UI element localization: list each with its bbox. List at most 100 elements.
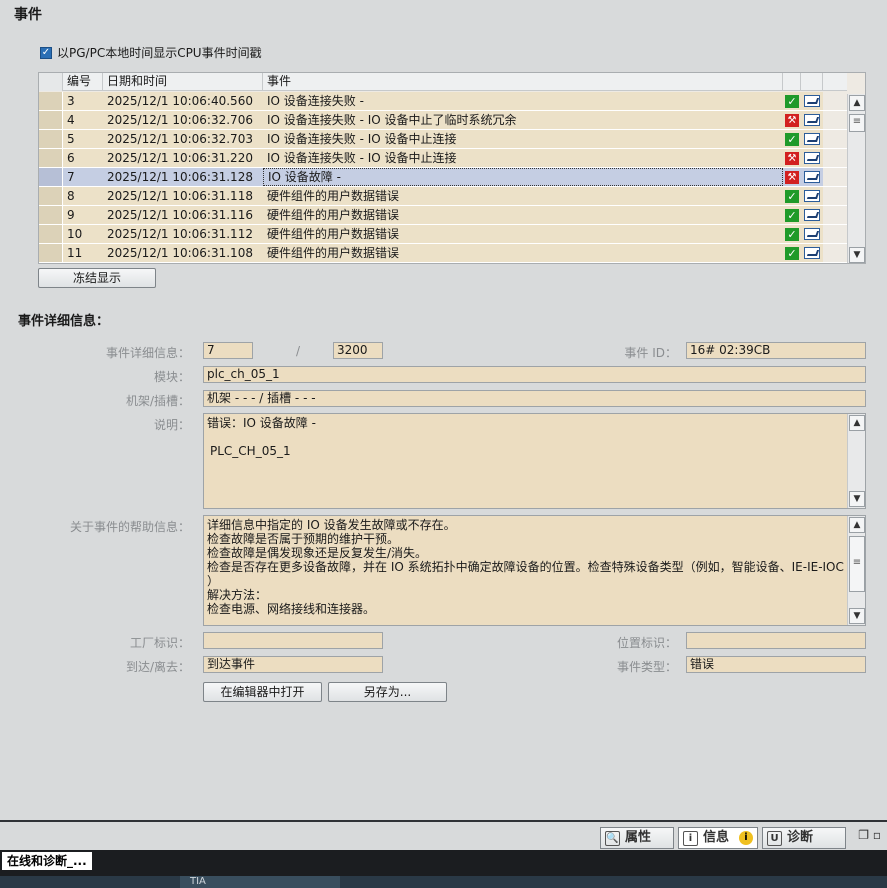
status-ok-icon: ✓ [785,246,799,260]
help-textarea[interactable]: 详细信息中指定的 IO 设备发生故障或不存在。 检查故障是否属于预期的维护干预。检… [203,515,866,626]
cell-event: 硬件组件的用户数据错误 [267,208,400,222]
event-id-field[interactable]: 16# 02:39CB [686,342,866,359]
row-selector[interactable] [39,225,63,243]
description-scrollbar[interactable]: ▲ ▼ [847,414,865,508]
go-to-icon[interactable] [804,133,820,145]
event-table: 编号 日期和时间 事件 3 2025/12/1 10:06:40.560 IO 设备… [38,72,866,264]
table-row[interactable]: 4 2025/12/1 10:06:32.706 IO 设备连接失败 - IO 设备… [39,111,847,130]
col-header-no[interactable]: 编号 [63,73,103,91]
cell-action[interactable] [801,225,823,243]
checkbox-checked-icon[interactable]: ✓ [40,46,52,59]
coming-going-field[interactable]: 到达事件 [203,656,383,673]
go-to-icon[interactable] [804,114,820,126]
footer-tab-online-diagnostics[interactable]: 在线和诊断_... [2,852,92,870]
scroll-down-icon[interactable]: ▼ [849,247,865,263]
cell-no: 3 [67,94,75,108]
row-selector[interactable] [39,244,63,262]
cell-time: 2025/12/1 10:06:32.703 [107,132,253,146]
tab-properties[interactable]: 🔍 属性 [600,827,674,849]
tab-info[interactable]: i 信息 i [678,827,758,849]
event-type-label: 事件类型： [616,660,677,674]
row-selector[interactable] [39,187,63,205]
cell-extra [823,225,847,243]
status-error-icon: ⚒ [785,151,799,165]
module-label: 模块： [153,370,190,384]
info-badge-icon: i [739,831,753,845]
detail-total-field[interactable]: 3200 [333,342,383,359]
table-body: 3 2025/12/1 10:06:40.560 IO 设备连接失败 - ✓ 4 2025… [39,92,847,263]
cell-extra [823,130,847,148]
event-type-field[interactable]: 错误 [686,656,866,673]
cell-event: IO 设备连接失败 - IO 设备中止了临时系统冗余 [267,113,517,127]
rack-slot-field[interactable]: 机架 - - - / 插槽 - - - [203,390,866,407]
row-selector[interactable] [39,168,63,186]
scroll-up-icon[interactable]: ▲ [849,517,865,533]
row-selector[interactable] [39,111,63,129]
scroll-thumb[interactable]: ≡ [849,536,865,592]
cell-action[interactable] [801,187,823,205]
col-header-status[interactable] [783,73,801,91]
cell-action[interactable] [801,168,823,186]
help-scrollbar[interactable]: ▲ ≡ ▼ [847,516,865,625]
cell-action[interactable] [801,92,823,110]
table-row[interactable]: 8 2025/12/1 10:06:31.118 硬件组件的用户数据错误 ✓ [39,187,847,206]
status-error-icon: ⚒ [785,170,799,184]
go-to-icon[interactable] [804,95,820,107]
help-line: 检查是否存在更多设备故障，并在 IO 系统拓扑中确定故障设备的位置。检查特殊设备… [207,560,844,574]
location-id-field[interactable] [686,632,866,649]
scroll-down-icon[interactable]: ▼ [849,608,865,624]
scroll-down-icon[interactable]: ▼ [849,491,865,507]
row-selector[interactable] [39,206,63,224]
description-line: 错误：IO 设备故障 - [207,416,316,430]
table-row[interactable]: 3 2025/12/1 10:06:40.560 IO 设备连接失败 - ✓ [39,92,847,111]
detail-label: 事件详细信息： [105,346,190,360]
coming-going-label: 到达/离去： [125,660,190,674]
scroll-up-icon[interactable]: ▲ [849,95,865,111]
go-to-icon[interactable] [804,228,820,240]
row-selector[interactable] [39,130,63,148]
detail-number-field[interactable]: 7 [203,342,253,359]
cell-action[interactable] [801,149,823,167]
local-time-option[interactable]: ✓ 以PG/PC本地时间显示CPU事件时间戳 [40,44,262,61]
cell-event: IO 设备连接失败 - [267,94,364,108]
description-textarea[interactable]: 错误：IO 设备故障 - PLC_CH_05_1 ▲ ▼ [203,413,866,509]
cell-extra [823,92,847,110]
table-row[interactable]: 7 2025/12/1 10:06:31.128 IO 设备故障 - ⚒ [39,168,847,187]
cell-extra [823,168,847,186]
scroll-up-icon[interactable]: ▲ [849,415,865,431]
col-header-action[interactable] [801,73,823,91]
module-field[interactable]: plc_ch_05_1 [203,366,866,383]
tab-diagnostics[interactable]: U 诊断 [762,827,846,849]
go-to-icon[interactable] [804,190,820,202]
cell-time: 2025/12/1 10:06:31.112 [107,227,253,241]
cell-action[interactable] [801,130,823,148]
cell-action[interactable] [801,111,823,129]
plant-id-field[interactable] [203,632,383,649]
go-to-icon[interactable] [804,152,820,164]
row-selector[interactable] [39,92,63,110]
col-header-time[interactable]: 日期和时间 [103,73,263,91]
save-as-button[interactable]: 另存为... [328,682,447,702]
table-row[interactable]: 10 2025/12/1 10:06:31.112 硬件组件的用户数据错误 ✓ [39,225,847,244]
table-row[interactable]: 9 2025/12/1 10:06:31.116 硬件组件的用户数据错误 ✓ [39,206,847,225]
table-row[interactable]: 5 2025/12/1 10:06:32.703 IO 设备连接失败 - IO 设备… [39,130,847,149]
go-to-icon[interactable] [804,209,820,221]
tab-diagnostics-label: 诊断 [787,830,814,845]
table-row[interactable]: 6 2025/12/1 10:06:31.220 IO 设备连接失败 - IO 设备… [39,149,847,168]
cell-action[interactable] [801,244,823,262]
col-header-event[interactable]: 事件 [263,73,783,91]
cell-action[interactable] [801,206,823,224]
cell-status: ✓ [783,187,801,205]
scroll-thumb[interactable]: ≡ [849,114,865,132]
window-restore-icon[interactable]: ❐ ▫ [858,828,881,842]
freeze-display-button[interactable]: 冻结显示 [38,268,156,288]
cell-no: 6 [67,151,75,165]
go-to-icon[interactable] [804,171,820,183]
footer-tia-label: TIA [180,876,340,888]
row-selector[interactable] [39,149,63,167]
cell-no: 5 [67,132,75,146]
open-in-editor-button[interactable]: 在编辑器中打开 [203,682,322,702]
go-to-icon[interactable] [804,247,820,259]
table-row[interactable]: 11 2025/12/1 10:06:31.108 硬件组件的用户数据错误 ✓ [39,244,847,263]
table-scrollbar[interactable]: ▲ ≡ ▼ [847,94,865,263]
